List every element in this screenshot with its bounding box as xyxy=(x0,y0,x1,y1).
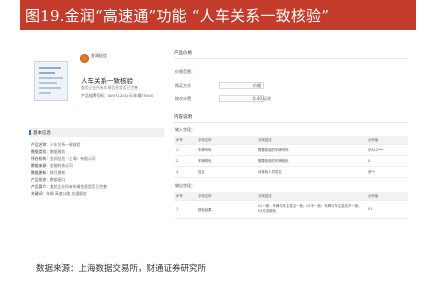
info-value: 数据接口 xyxy=(49,177,66,182)
price-row-label: 按次计费 xyxy=(175,96,191,101)
table-row: 2 车牌颜色 需要核验的车牌颜色 0 xyxy=(174,155,408,167)
table-header: 字段描述 xyxy=(256,136,366,145)
info-value: 数据服务 xyxy=(49,149,66,154)
input-fields-title: 输入字段： xyxy=(175,127,195,132)
info-label: 数据来源： xyxy=(31,163,50,168)
info-row: 数据类别：数据服务 xyxy=(31,148,166,155)
info-label: 产品形态： xyxy=(31,177,50,182)
table-row: 3 姓名 待核验人员姓名 张** xyxy=(174,166,408,178)
figure-title-banner: 图19.金润“高速通”功能 “人车关系一致核验” xyxy=(20,0,416,30)
table-header: 字段名称 xyxy=(196,136,256,145)
info-value: 人车关系一致核验 xyxy=(49,142,81,147)
info-label: 产品简介： xyxy=(31,184,50,189)
brand-name: 金润征信 xyxy=(91,53,107,58)
figure-source: 数据来源：上海数据交易所，财通证券研究所 xyxy=(36,264,207,274)
info-row: 所在机构：金润征信（上海）有限公司 xyxy=(31,155,166,162)
info-value: 按月更新 xyxy=(49,170,66,175)
product-thumbnail xyxy=(34,61,68,101)
table-header: 字段描述 xyxy=(256,192,366,201)
product-page-screenshot: 金润征信 人车关系一致核验 查验企业所有车辆信息是否已完善 产品挂牌号码：009… xyxy=(29,47,408,235)
info-row: 产品简介：查验企业所有车辆信息是否已完善 xyxy=(31,183,166,190)
table-header: 序号 xyxy=(174,192,196,201)
info-label: 关键词： xyxy=(31,191,47,196)
basic-info-title: 基本信息 xyxy=(29,128,164,137)
input-fields-table: 序号 字段名称 字段描述 示例值 1 车牌号码 需要核验的车牌号码 沪A12*** 2… xyxy=(174,136,408,178)
info-label: 数据更新： xyxy=(31,170,50,175)
table-header: 示例值 xyxy=(366,136,408,145)
product-card[interactable]: 金润征信 人车关系一致核验 查验企业所有车辆信息是否已完善 产品挂牌号码：009… xyxy=(29,47,164,107)
table-row: 1 核验结果 01一致：车牌与车主姓名一致；02不一致：车牌与车主姓名不一致；03无… xyxy=(174,200,408,219)
product-name: 人车关系一致核验 xyxy=(81,77,133,85)
info-row: 产品形态：数据接口 xyxy=(31,176,166,183)
product-description: 查验企业所有车辆信息是否已完善 xyxy=(81,85,138,90)
table-header: 示例值 xyxy=(366,192,408,201)
info-label: 产品名称： xyxy=(31,142,50,147)
info-row: 产品名称：人车关系一致核验 xyxy=(31,141,166,148)
content-divider xyxy=(174,122,408,123)
brand-logo-icon xyxy=(80,54,89,63)
info-label: 所在机构： xyxy=(31,156,50,161)
info-value: 金润征信（上海）有限公司 xyxy=(49,156,96,161)
basic-info-list: 产品名称：人车关系一致核验 数据类别：数据服务 所在机构：金润征信（上海）有限公… xyxy=(31,141,166,197)
table-row: 1 车牌号码 需要核验的车牌号码 沪A12*** xyxy=(174,144,408,156)
output-fields-title: 输出字段： xyxy=(175,183,195,188)
price-range-label: 价格范围： xyxy=(175,69,195,74)
table-header: 字段名称 xyxy=(196,192,256,201)
content-title: 内容说明 xyxy=(174,115,192,120)
info-row: 数据更新：按月更新 xyxy=(31,169,166,176)
figure-title: 图19.金润“高速通”功能 “人车关系一致核验” xyxy=(25,7,330,25)
product-code: 产品挂牌号码：00971201(示)车辆T5000 xyxy=(81,93,154,98)
info-value: 车辆 高速公路 交通服务 xyxy=(46,191,87,196)
price-divider xyxy=(174,58,408,59)
price-row-value: 价格 xyxy=(253,83,261,88)
price-row-label: 购买方式 xyxy=(175,83,191,88)
info-value: 查验企业所有车辆信息是否已完善 xyxy=(49,184,107,189)
info-value: 金融科技公司 xyxy=(49,163,73,168)
price-title: 产品价格 xyxy=(174,51,192,56)
info-row: 关键词：车辆 高速公路 交通服务 xyxy=(31,190,166,197)
table-header: 序号 xyxy=(174,136,196,145)
info-row: 数据来源：金融科技公司 xyxy=(31,162,166,169)
price-row-value: 0.40元/次 xyxy=(253,96,272,101)
info-label: 数据类别： xyxy=(31,149,50,154)
output-fields-table: 序号 字段名称 字段描述 示例值 1 核验结果 01一致：车牌与车主姓名一致；02不… xyxy=(174,192,408,219)
